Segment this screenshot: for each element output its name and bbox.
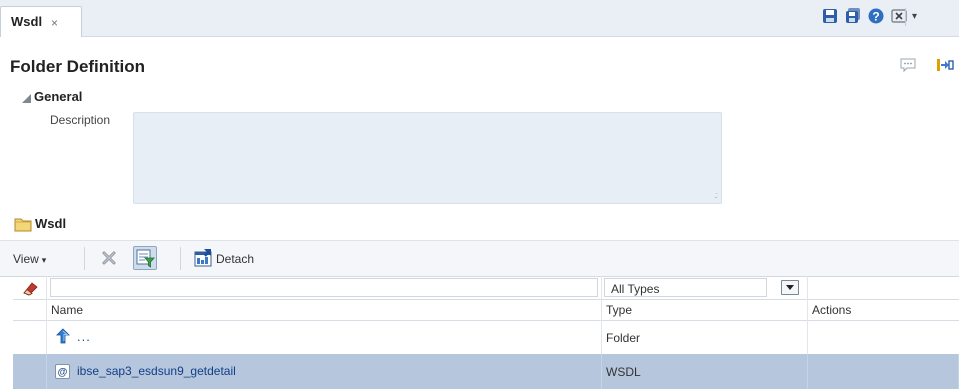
table-row[interactable]: Folder ... [13,320,959,355]
type-filter-select[interactable]: All Types [604,278,767,297]
row-actions-cell [808,320,959,354]
tab-close-icon[interactable]: × [51,16,58,30]
toolbar-divider [180,247,181,270]
wsdl-icon: @ [55,364,70,379]
type-filter-cell: All Types [602,276,808,299]
name-filter-cell [47,276,602,299]
row-type: Folder [606,331,641,345]
up-arrow-icon[interactable] [55,328,71,344]
header-blank-cell [13,299,47,320]
row-name-cell [47,320,602,354]
folder-icon [14,218,32,232]
name-filter-input[interactable] [50,278,598,297]
actions-filter-cell [808,276,959,299]
tab-bar: Wsdl × ? ▾ [0,0,959,37]
view-menu-button[interactable]: View ▾ [13,252,46,266]
table-row-selected[interactable]: WSDL @ ibse_sap3_esdsun9_getdetail [13,354,959,389]
save-all-icon[interactable] [845,8,861,24]
row-type-cell: Folder [602,320,808,354]
row-actions-cell [808,354,959,389]
collapse-triangle-icon[interactable] [22,94,31,103]
eraser-icon[interactable] [21,280,39,296]
table-toolbar: View ▾ Detach [0,240,959,277]
connect-icon[interactable] [936,56,954,74]
delete-icon[interactable] [101,250,117,266]
comment-icon[interactable] [899,56,917,74]
column-header-label: Actions [812,303,852,317]
tab-label: Wsdl [11,14,43,29]
detach-label: Detach [216,252,255,266]
parent-folder-link[interactable]: ... [77,329,91,344]
resize-grip-icon[interactable]: .: [714,190,718,200]
description-field[interactable]: .: [133,112,722,204]
svg-text:@: @ [58,367,68,378]
dropdown-arrow-icon[interactable] [781,280,799,295]
column-header-type[interactable]: Type [602,299,808,320]
filter-row: All Types [13,276,959,300]
table-header-row: Name Type Actions [13,299,959,321]
chevron-down-icon[interactable]: ▾ [912,11,928,27]
row-select-cell [13,354,47,389]
wsdl-name-link[interactable]: ibse_sap3_esdsun9_getdetail [77,364,236,378]
up-arrow-icon[interactable] [20,328,36,344]
view-menu-label: View [13,252,39,266]
tab-wsdl[interactable]: Wsdl × [0,6,82,37]
filter-icon [136,249,155,268]
description-label: Description [50,113,111,127]
section-title-general[interactable]: General [34,89,82,104]
column-header-name[interactable]: Name [47,299,602,320]
column-header-actions[interactable]: Actions [808,299,959,320]
save-icon[interactable] [822,8,838,24]
chevron-down-icon: ▾ [41,255,47,265]
row-type: WSDL [606,365,641,379]
column-header-label: Type [606,303,633,317]
type-filter-value: All Types [611,282,660,296]
help-icon[interactable]: ? [868,8,884,24]
column-header-label: Name [51,303,84,317]
detach-icon [194,249,212,267]
row-type-cell: WSDL [602,354,808,389]
filter-toggle-button[interactable] [133,246,157,270]
filter-clear-cell [13,276,47,299]
page-title: Folder Definition [10,57,146,76]
svg-text:?: ? [872,10,879,24]
folder-title: Wsdl [35,216,67,231]
toolbar-divider [905,8,906,26]
toolbar-divider [84,247,85,270]
